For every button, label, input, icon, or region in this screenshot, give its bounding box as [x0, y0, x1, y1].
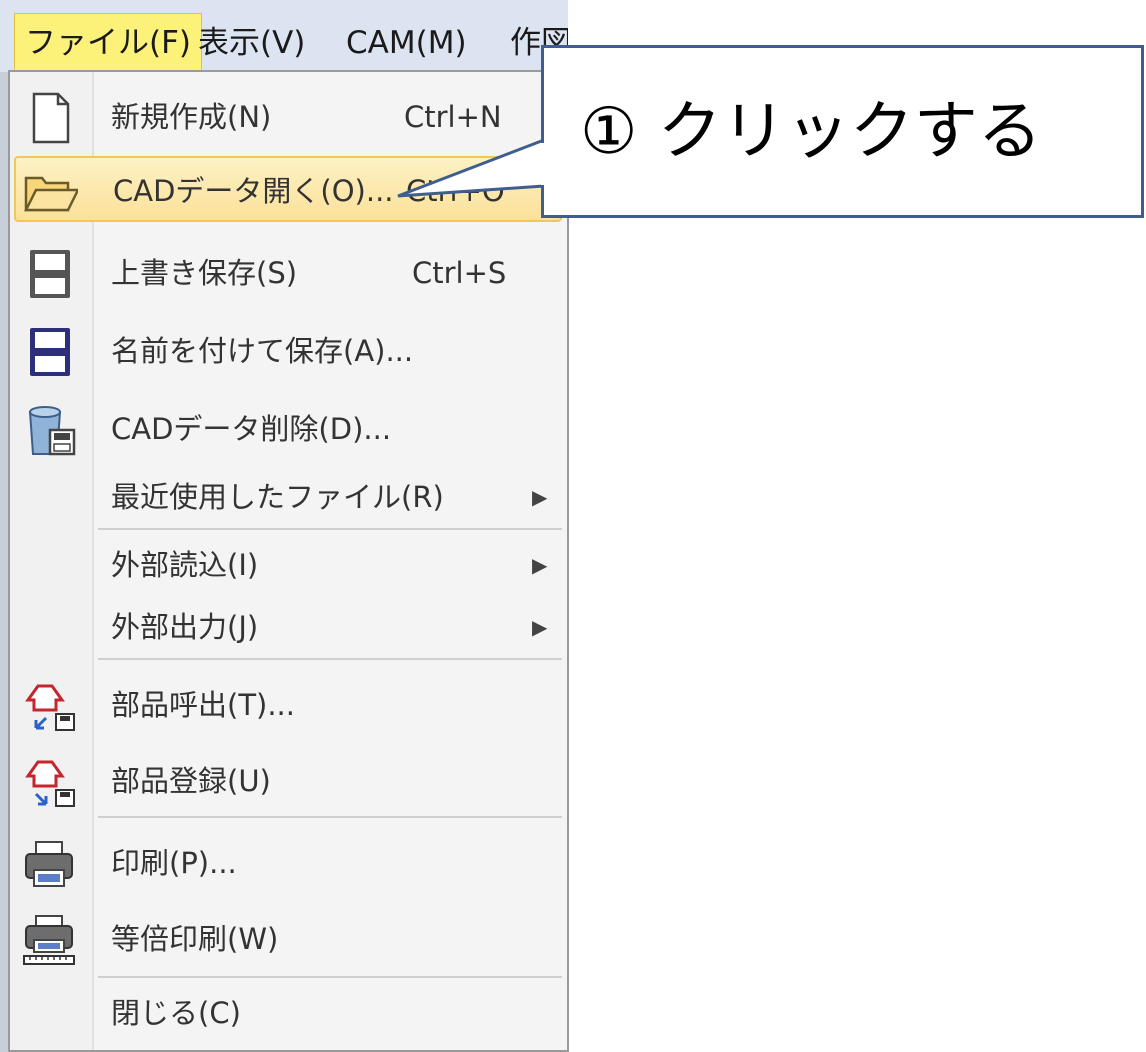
menu-item-label: CADデータ削除(D)...	[111, 412, 392, 446]
callout-text: ① クリックする	[580, 95, 1042, 169]
menu-separator	[98, 658, 562, 660]
menu-item-recent-files[interactable]: 最近使用したファイル(R) ▶	[10, 464, 563, 530]
menu-item-label: 部品呼出(T)...	[111, 688, 295, 722]
menu-item-label: 上書き保存(S)	[111, 256, 298, 290]
save-as-icon	[22, 326, 76, 378]
menu-item-label: 最近使用したファイル(R)	[111, 480, 444, 514]
menu-view[interactable]: 表示(V)	[198, 14, 305, 72]
menubar: ファイル(F) 表示(V) CAM(M) 作図	[0, 0, 568, 72]
part-call-icon	[22, 680, 76, 732]
menu-item-new[interactable]: 新規作成(N) Ctrl+N	[10, 84, 563, 150]
menu-cam[interactable]: CAM(M)	[346, 14, 467, 72]
menu-file[interactable]: ファイル(F)	[14, 13, 203, 71]
shortcut-label: Ctrl+S	[412, 256, 507, 290]
shortcut-label: Ctrl+O	[406, 174, 505, 208]
callout-pointer-join	[541, 143, 547, 185]
menu-item-save[interactable]: 上書き保存(S) Ctrl+S	[10, 240, 563, 306]
part-register-icon	[22, 756, 76, 808]
file-menu-dropdown: 新規作成(N) Ctrl+N CADデータ開く(O)... Ctrl+O 上書き…	[8, 70, 569, 1052]
menu-item-label: 等倍印刷(W)	[111, 922, 279, 956]
menu-item-label: 外部読込(I)	[111, 548, 259, 582]
menu-item-label: 閉じる(C)	[111, 996, 241, 1030]
submenu-arrow-icon: ▶	[532, 553, 548, 577]
menu-separator	[98, 528, 562, 530]
save-icon	[22, 248, 76, 300]
menu-item-external-export[interactable]: 外部出力(J) ▶	[10, 594, 563, 660]
menu-item-external-import[interactable]: 外部読込(I) ▶	[10, 532, 563, 598]
menu-item-label: 部品登録(U)	[111, 764, 271, 798]
new-document-icon	[22, 92, 76, 144]
menu-item-print[interactable]: 印刷(P)...	[10, 830, 563, 896]
actual-size-print-icon	[22, 914, 76, 966]
folder-open-icon	[24, 166, 78, 218]
menu-item-label: 新規作成(N)	[111, 100, 272, 134]
instruction-callout: ① クリックする	[541, 45, 1144, 218]
menu-item-save-as[interactable]: 名前を付けて保存(A)...	[10, 318, 563, 384]
menu-item-label: CADデータ開く(O)...	[113, 174, 394, 208]
shortcut-label: Ctrl+N	[404, 100, 502, 134]
printer-icon	[22, 838, 76, 890]
menu-item-close[interactable]: 閉じる(C)	[10, 980, 563, 1046]
menu-item-part-register[interactable]: 部品登録(U)	[10, 748, 563, 814]
menu-separator	[98, 816, 562, 818]
menu-item-delete-cad-data[interactable]: CADデータ削除(D)...	[10, 396, 563, 462]
submenu-arrow-icon: ▶	[532, 615, 548, 639]
menu-separator	[98, 976, 562, 978]
delete-data-icon	[22, 404, 76, 456]
submenu-arrow-icon: ▶	[532, 485, 548, 509]
menu-item-open-cad-data[interactable]: CADデータ開く(O)... Ctrl+O	[14, 156, 562, 222]
menu-item-label: 外部出力(J)	[111, 610, 259, 644]
menu-item-label: 名前を付けて保存(A)...	[111, 334, 414, 368]
menu-item-part-call[interactable]: 部品呼出(T)...	[10, 672, 563, 738]
menu-item-actual-size-print[interactable]: 等倍印刷(W)	[10, 906, 563, 972]
menu-item-label: 印刷(P)...	[111, 846, 237, 880]
